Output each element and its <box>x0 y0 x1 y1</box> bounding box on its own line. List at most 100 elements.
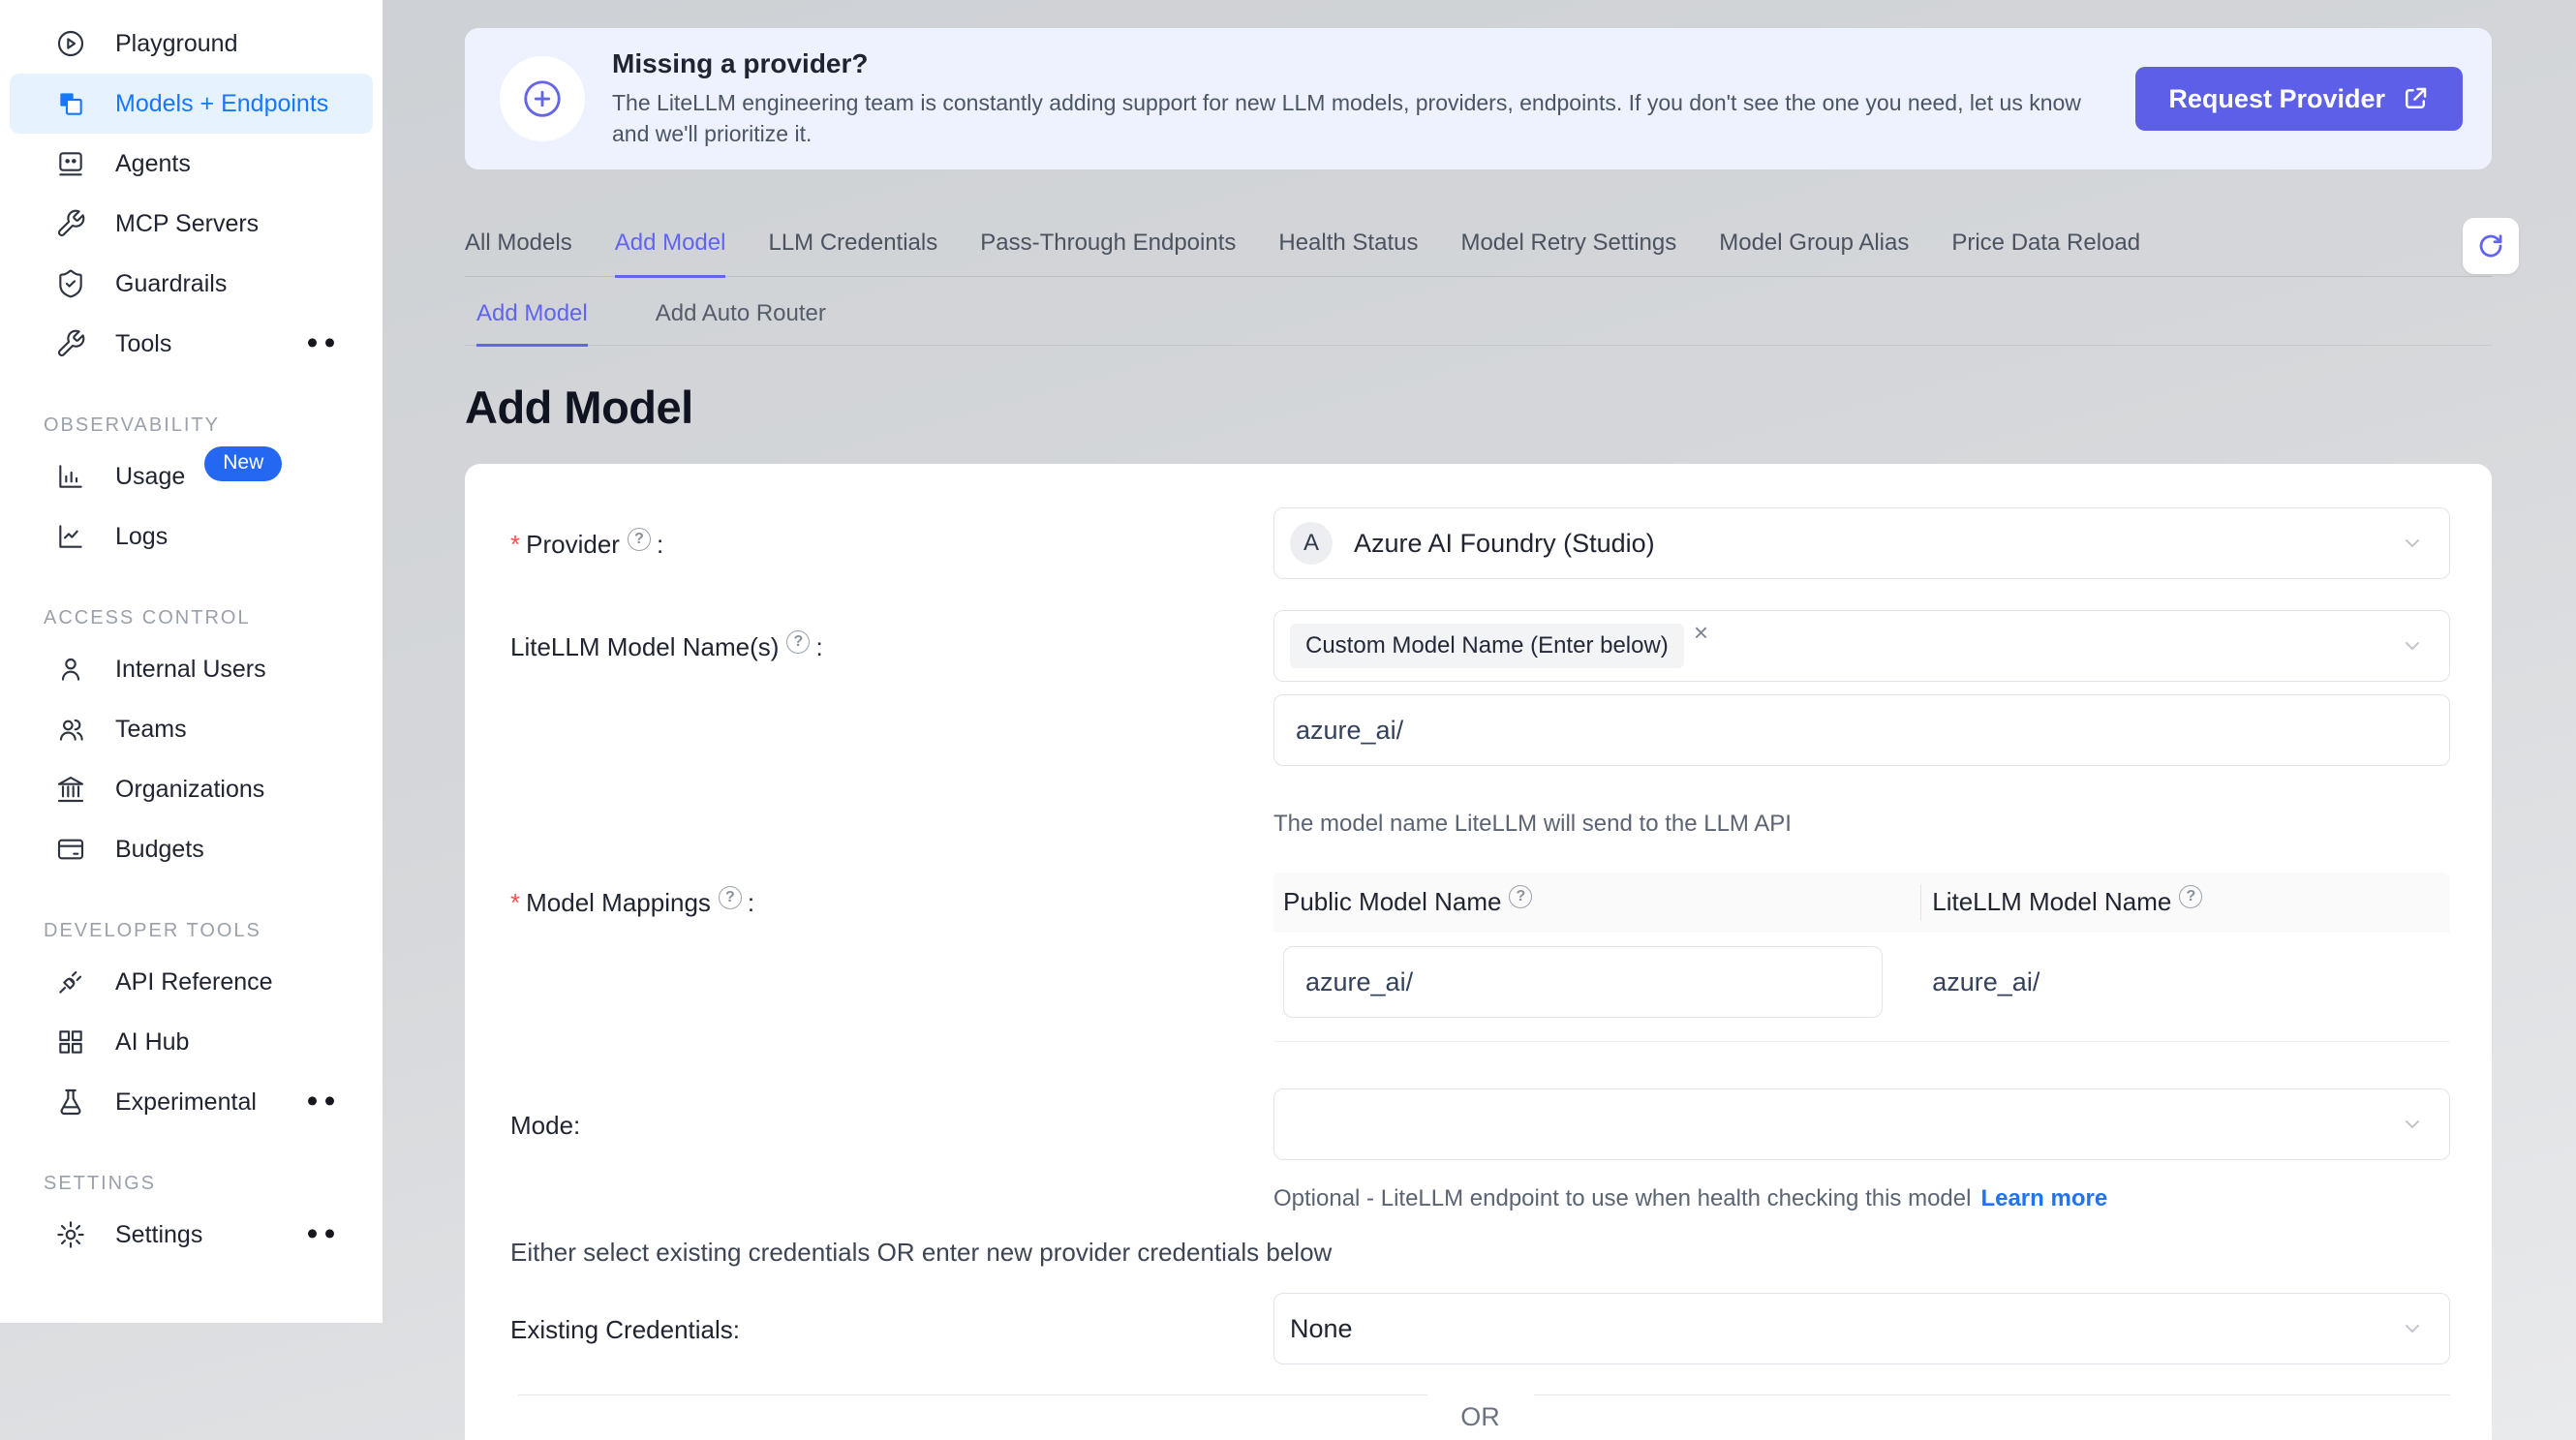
model-mappings-row: *Model Mappings?: Public Model Name? Lit… <box>510 855 2450 1042</box>
litellm-model-names-label: LiteLLM Model Name(s)?: <box>510 610 1273 663</box>
help-icon[interactable]: ? <box>628 528 651 551</box>
new-badge: New <box>204 446 282 481</box>
sidebar-item-label: Usage <box>115 463 185 491</box>
sidebar-item-models-endpoints[interactable]: Models + Endpoints <box>10 74 373 134</box>
litellm-model-name-value: azure_ai/ <box>1932 967 2039 996</box>
gear-icon <box>53 1217 88 1252</box>
mode-label: Mode: <box>510 1088 1273 1141</box>
sidebar-item-label: Settings <box>115 1221 202 1249</box>
agent-face-icon <box>53 146 88 181</box>
line-chart-icon <box>53 519 88 554</box>
existing-credentials-label: Existing Credentials: <box>510 1293 1273 1345</box>
subtabs-bar: Add Model Add Auto Router <box>465 300 2492 346</box>
section-header-developer-tools: DEVELOPER TOOLS <box>44 920 383 942</box>
user-icon <box>53 652 88 687</box>
mode-select[interactable] <box>1273 1088 2450 1160</box>
sidebar-item-organizations[interactable]: Organizations <box>10 759 373 819</box>
more-options-icon[interactable] <box>308 338 334 347</box>
subtab-add-model[interactable]: Add Model <box>476 300 588 347</box>
provider-row: *Provider?: A Azure AI Foundry (Studio) <box>510 507 2450 579</box>
sidebar-item-label: Agents <box>115 150 191 178</box>
sidebar-item-agents[interactable]: Agents <box>10 134 373 194</box>
models-blocks-icon <box>53 86 88 121</box>
grid-icon <box>53 1025 88 1059</box>
credit-card-icon <box>53 832 88 867</box>
custom-model-name-input[interactable] <box>1273 694 2450 766</box>
section-header-access-control: ACCESS CONTROL <box>44 607 383 629</box>
wrench-icon <box>53 206 88 241</box>
sidebar-item-label: Tools <box>115 330 171 358</box>
bar-chart-icon <box>53 459 88 494</box>
tab-model-group-alias[interactable]: Model Group Alias <box>1719 230 1909 276</box>
external-link-icon <box>2401 84 2430 113</box>
sidebar-item-label: Experimental <box>115 1088 257 1117</box>
sidebar-item-api-reference[interactable]: API Reference <box>10 952 373 1012</box>
subtab-add-auto-router[interactable]: Add Auto Router <box>656 300 826 345</box>
banner-title: Missing a provider? <box>612 48 2097 79</box>
banner-body: The LiteLLM engineering team is constant… <box>612 87 2097 149</box>
tab-health-status[interactable]: Health Status <box>1278 230 1418 276</box>
mappings-data-row: azure_ai/ <box>1273 933 2450 1042</box>
plug-icon <box>53 965 88 999</box>
mappings-header-row: Public Model Name? LiteLLM Model Name? <box>1273 873 2450 933</box>
provider-select-value: Azure AI Foundry (Studio) <box>1354 529 1655 559</box>
help-icon[interactable]: ? <box>786 630 810 654</box>
public-model-name-input[interactable] <box>1283 946 1883 1018</box>
learn-more-link[interactable]: Learn more <box>1980 1185 2107 1211</box>
selected-model-chip: Custom Model Name (Enter below) <box>1290 624 1684 668</box>
flask-icon <box>53 1085 88 1119</box>
sidebar-item-playground[interactable]: Playground <box>10 14 373 74</box>
credentials-note: Either select existing credentials OR en… <box>510 1238 2450 1268</box>
sidebar-item-teams[interactable]: Teams <box>10 699 373 759</box>
sidebar-item-tools[interactable]: Tools <box>10 314 373 374</box>
tab-price-data-reload[interactable]: Price Data Reload <box>1951 230 2140 276</box>
users-icon <box>53 712 88 747</box>
sidebar-item-label: Teams <box>115 716 187 744</box>
sidebar-item-experimental[interactable]: Experimental <box>10 1072 373 1132</box>
sidebar-item-label: Organizations <box>115 776 264 804</box>
wrench-icon <box>53 326 88 361</box>
required-mark: * <box>510 888 520 917</box>
litellm-model-name-header: LiteLLM Model Name? <box>1920 887 2450 918</box>
shield-check-icon <box>53 266 88 301</box>
provider-select[interactable]: A Azure AI Foundry (Studio) <box>1273 507 2450 579</box>
model-mappings-label: *Model Mappings?: <box>510 855 1273 919</box>
help-icon[interactable]: ? <box>1509 885 1532 908</box>
existing-credentials-row: Existing Credentials: None <box>510 1293 2450 1364</box>
sidebar-item-label: Budgets <box>115 836 204 864</box>
sidebar-item-label: Guardrails <box>115 270 227 298</box>
model-mappings-table: Public Model Name? LiteLLM Model Name? <box>1273 873 2450 1042</box>
more-options-icon[interactable] <box>308 1229 334 1238</box>
sidebar-item-internal-users[interactable]: Internal Users <box>10 639 373 699</box>
chip-remove-icon[interactable]: × <box>1694 618 1708 648</box>
sidebar-item-label: Playground <box>115 30 237 58</box>
tab-all-models[interactable]: All Models <box>465 230 572 276</box>
tab-add-model[interactable]: Add Model <box>615 230 726 278</box>
litellm-model-names-select[interactable]: Custom Model Name (Enter below) × <box>1273 610 2450 682</box>
help-icon[interactable]: ? <box>2179 885 2202 908</box>
tab-model-retry-settings[interactable]: Model Retry Settings <box>1460 230 1676 276</box>
existing-credentials-value: None <box>1290 1314 1353 1344</box>
sidebar-item-guardrails[interactable]: Guardrails <box>10 254 373 314</box>
request-provider-button[interactable]: Request Provider <box>2135 67 2463 131</box>
or-divider-label: OR <box>1460 1402 1500 1432</box>
chevron-down-icon <box>2401 1317 2424 1340</box>
sidebar-item-logs[interactable]: Logs <box>10 506 373 567</box>
refresh-button[interactable] <box>2463 218 2519 274</box>
tab-pass-through-endpoints[interactable]: Pass-Through Endpoints <box>980 230 1236 276</box>
more-options-icon[interactable] <box>308 1096 334 1105</box>
sidebar-item-ai-hub[interactable]: AI Hub <box>10 1012 373 1072</box>
help-icon[interactable]: ? <box>719 886 742 909</box>
sidebar-item-budgets[interactable]: Budgets <box>10 819 373 879</box>
sidebar-item-label: Models + Endpoints <box>115 90 328 118</box>
existing-credentials-select[interactable]: None <box>1273 1293 2450 1364</box>
tab-llm-credentials[interactable]: LLM Credentials <box>768 230 937 276</box>
sidebar-item-usage[interactable]: Usage New <box>10 446 373 506</box>
column-divider <box>1920 884 1921 921</box>
plus-circle-icon <box>500 56 585 141</box>
mode-row: Mode: Optional - LiteLLM endpoint to use… <box>510 1088 2450 1212</box>
sidebar-item-settings[interactable]: Settings <box>10 1205 373 1265</box>
sidebar-item-mcp-servers[interactable]: MCP Servers <box>10 194 373 254</box>
provider-avatar: A <box>1290 522 1333 565</box>
request-provider-label: Request Provider <box>2168 84 2385 114</box>
